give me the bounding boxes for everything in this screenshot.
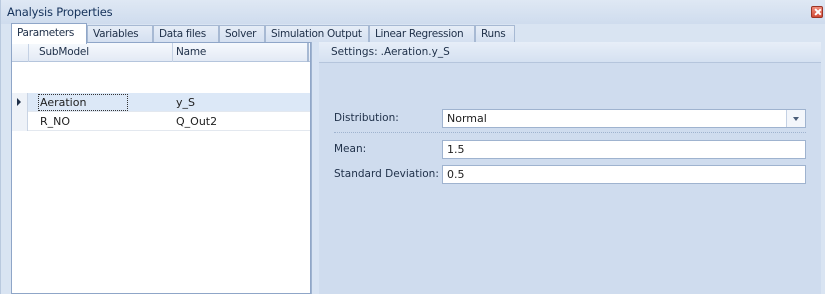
distribution-label: Distribution:: [334, 112, 399, 124]
row-header: [12, 112, 28, 131]
tab-parameters[interactable]: Parameters: [11, 23, 87, 44]
mean-label: Mean:: [334, 143, 367, 155]
analysis-properties-window: Analysis Properties Parameters Variables…: [0, 0, 825, 294]
table-row[interactable]: R_NO Q_Out2: [12, 112, 310, 131]
cell-submodel[interactable]: Aeration: [37, 94, 129, 111]
tab-runs[interactable]: Runs: [475, 25, 515, 43]
column-header-name[interactable]: Name: [176, 46, 206, 58]
settings-header-path: .Aeration.y_S: [380, 46, 450, 58]
tab-strip: Parameters Variables Data files Solver S…: [11, 23, 821, 44]
submodel-grid: SubModel Name Aeration y_S R_NO Q_Out2: [11, 42, 311, 294]
panel-splitter[interactable]: [311, 42, 319, 294]
row-header: [12, 93, 28, 112]
close-icon[interactable]: [811, 6, 823, 18]
cell-submodel[interactable]: R_NO: [40, 115, 70, 128]
column-separator: [28, 43, 29, 62]
distribution-select[interactable]: Normal: [442, 109, 806, 128]
column-separator: [172, 43, 173, 62]
tab-linear-regression[interactable]: Linear Regression: [369, 25, 475, 43]
tab-solver[interactable]: Solver: [219, 25, 265, 43]
column-separator: [307, 43, 309, 62]
row-indicator-arrow-icon: [17, 98, 21, 106]
title-bar: Analysis Properties: [1, 0, 825, 24]
table-row[interactable]: Aeration y_S: [12, 93, 310, 112]
tab-variables[interactable]: Variables: [87, 25, 153, 43]
std-deviation-input[interactable]: 0.5: [442, 165, 806, 184]
chevron-down-icon[interactable]: [786, 110, 805, 127]
field-divider: [334, 132, 806, 133]
cell-name[interactable]: Q_Out2: [176, 115, 217, 128]
std-deviation-label: Standard Deviation:: [334, 168, 439, 180]
distribution-value: Normal: [447, 112, 487, 125]
tab-data-files[interactable]: Data files: [153, 25, 219, 43]
mean-input[interactable]: 1.5: [442, 140, 806, 159]
cell-name[interactable]: y_S: [176, 96, 195, 109]
settings-header-prefix: Settings:: [331, 46, 378, 58]
settings-panel: Settings: .Aeration.y_S Distribution: Nor…: [319, 42, 821, 294]
splitter-line: [311, 42, 312, 294]
column-header-submodel[interactable]: SubModel: [39, 46, 89, 58]
grid-header: SubModel Name: [12, 43, 310, 62]
window-title: Analysis Properties: [7, 5, 113, 19]
tab-simulation-output[interactable]: Simulation Output: [265, 25, 369, 43]
settings-header: Settings: .Aeration.y_S: [319, 42, 821, 63]
